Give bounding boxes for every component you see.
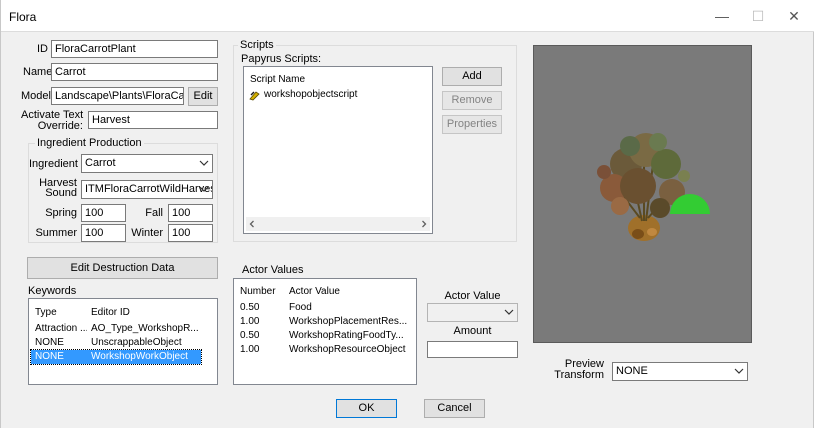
- window-title: Flora: [9, 10, 37, 24]
- ingredient-production-title: Ingredient Production: [35, 137, 144, 149]
- chevron-left-icon[interactable]: [248, 220, 256, 228]
- harvest-sound-select[interactable]: ITMFloraCarrotWildHarvest: [81, 180, 213, 199]
- papyrus-scripts-label: Papyrus Scripts:: [241, 53, 322, 65]
- remove-script-button[interactable]: Remove: [442, 91, 502, 110]
- amount-label: Amount: [453, 325, 492, 337]
- model-field[interactable]: Landscape\Plants\FloraCarrot0: [51, 87, 184, 105]
- chevron-down-icon: [504, 309, 514, 315]
- script-properties-button[interactable]: Properties: [442, 115, 502, 134]
- flora-dialog: Flora — ☐ ✕ ID FloraCarrotPlant Name Car…: [0, 0, 814, 428]
- actor-values-list[interactable]: Number Actor Value 0.50 Food 1.00 Worksh…: [233, 278, 417, 385]
- preview-transform-select-value: NONE: [616, 365, 648, 377]
- edit-destruction-data-button[interactable]: Edit Destruction Data: [27, 257, 218, 279]
- minimize-button[interactable]: —: [705, 4, 739, 28]
- winter-field[interactable]: 100: [168, 224, 213, 242]
- actor-value-select[interactable]: [427, 303, 518, 322]
- actor-value-row[interactable]: 0.50 Food: [236, 301, 414, 315]
- add-script-button[interactable]: Add: [442, 67, 502, 86]
- actor-values-col-actor-value[interactable]: Actor Value: [289, 286, 340, 297]
- summer-field[interactable]: 100: [81, 224, 126, 242]
- chevron-right-icon[interactable]: [420, 220, 428, 228]
- ingredient-select[interactable]: Carrot: [81, 154, 213, 173]
- preview-transform-select[interactable]: NONE: [612, 362, 748, 381]
- maximize-button[interactable]: ☐: [741, 4, 775, 28]
- keywords-col-type[interactable]: Type: [35, 307, 57, 318]
- keyword-row-selected[interactable]: NONE WorkshopWorkObject: [30, 349, 202, 365]
- actor-value-row[interactable]: 0.50 WorkshopRatingFoodTy...: [236, 329, 414, 343]
- script-row[interactable]: workshopobjectscript: [246, 88, 430, 102]
- papyrus-scripts-list[interactable]: Script Name workshopobjectscript: [243, 66, 433, 234]
- title-bar: Flora — ☐ ✕: [1, 0, 814, 32]
- ingredient-label: Ingredient: [29, 158, 78, 170]
- winter-label: Winter: [131, 227, 163, 239]
- actor-values-label: Actor Values: [242, 264, 304, 276]
- scripts-title: Scripts: [238, 39, 276, 51]
- model-edit-button[interactable]: Edit: [188, 87, 218, 106]
- spring-field[interactable]: 100: [81, 204, 126, 222]
- keywords-list[interactable]: Type Editor ID Attraction ... AO_Type_Wo…: [28, 298, 218, 385]
- harvest-sound-label: Sound: [45, 187, 77, 199]
- preview-transform-label: Transform: [554, 369, 604, 381]
- id-label: ID: [37, 43, 48, 55]
- ok-button[interactable]: OK: [336, 399, 397, 418]
- activate-text-field[interactable]: Harvest: [88, 111, 218, 129]
- chevron-down-icon: [199, 186, 209, 192]
- fall-field[interactable]: 100: [168, 204, 213, 222]
- chevron-down-icon: [199, 160, 209, 166]
- chevron-down-icon: [734, 368, 744, 374]
- summer-label: Summer: [35, 227, 77, 239]
- amount-field[interactable]: [427, 341, 518, 358]
- id-field[interactable]: FloraCarrotPlant: [51, 40, 218, 58]
- ingredient-select-value: Carrot: [85, 157, 116, 169]
- actor-value-row[interactable]: 1.00 WorkshopResourceObject: [236, 343, 414, 357]
- carrot-plant-preview-image: [597, 133, 710, 241]
- actor-value-row[interactable]: 1.00 WorkshopPlacementRes...: [236, 315, 414, 329]
- scripts-horizontal-scrollbar[interactable]: [246, 217, 430, 231]
- harvest-sound-select-value: ITMFloraCarrotWildHarvest: [85, 183, 213, 195]
- model-preview[interactable]: [533, 45, 752, 343]
- fall-label: Fall: [145, 207, 163, 219]
- scripts-col-name[interactable]: Script Name: [250, 74, 305, 85]
- name-field[interactable]: Carrot: [51, 63, 218, 81]
- script-icon: [249, 91, 260, 101]
- model-label: Model: [21, 90, 51, 102]
- keyword-row[interactable]: Attraction ... AO_Type_WorkshopR...: [31, 322, 215, 336]
- actor-values-col-number[interactable]: Number: [240, 286, 276, 297]
- spring-label: Spring: [45, 207, 77, 219]
- cancel-button[interactable]: Cancel: [424, 399, 485, 418]
- name-label: Name: [23, 66, 53, 78]
- keyword-row[interactable]: NONE UnscrappableObject: [31, 336, 215, 350]
- keywords-label: Keywords: [28, 285, 77, 297]
- close-button[interactable]: ✕: [777, 4, 811, 28]
- actor-value-label: Actor Value: [444, 290, 501, 302]
- keywords-col-editor-id[interactable]: Editor ID: [91, 307, 130, 318]
- activate-override-label: Override:: [37, 120, 83, 132]
